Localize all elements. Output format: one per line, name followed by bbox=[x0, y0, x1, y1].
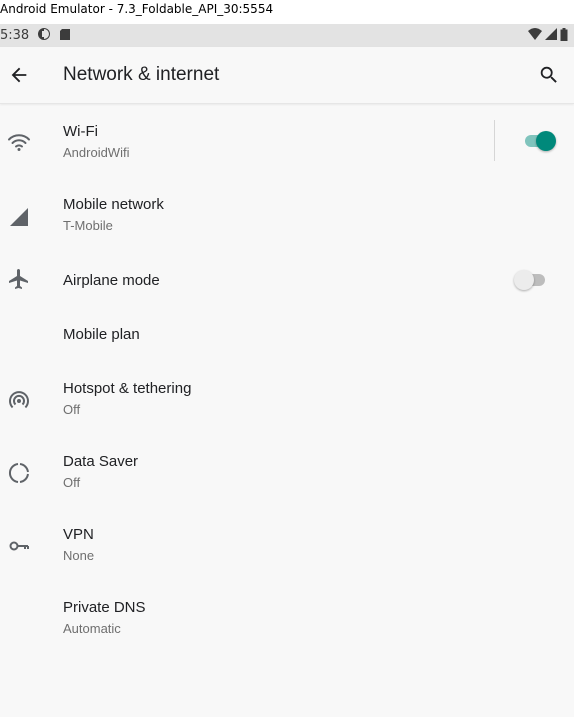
status-bar: 5:38 bbox=[0, 24, 574, 47]
hotspot-item[interactable]: Hotspot & tethering Off bbox=[0, 359, 574, 432]
mobile-plan-item[interactable]: Mobile plan bbox=[0, 305, 574, 359]
vpn-title: VPN bbox=[63, 526, 94, 543]
cell-signal-icon bbox=[7, 205, 31, 229]
back-arrow-icon[interactable] bbox=[8, 64, 30, 86]
battery-icon bbox=[560, 27, 568, 44]
wifi-status-icon bbox=[528, 28, 542, 43]
mobile-plan-title: Mobile plan bbox=[63, 326, 140, 343]
hotspot-summary: Off bbox=[63, 402, 81, 417]
mobile-network-title: Mobile network bbox=[63, 196, 164, 213]
wifi-toggle[interactable] bbox=[522, 129, 558, 153]
mobile-network-item[interactable]: Mobile network T-Mobile bbox=[0, 178, 574, 251]
wifi-divider bbox=[494, 120, 495, 161]
sd-card-icon bbox=[59, 28, 71, 44]
data-saver-summary: Off bbox=[63, 475, 81, 490]
data-saver-item[interactable]: Data Saver Off bbox=[0, 432, 574, 505]
app-bar: Network & internet bbox=[0, 47, 574, 104]
private-dns-item[interactable]: Private DNS Automatic bbox=[0, 578, 574, 651]
private-dns-title: Private DNS bbox=[63, 599, 146, 616]
hotspot-title: Hotspot & tethering bbox=[63, 380, 192, 397]
data-saver-title: Data Saver bbox=[63, 453, 139, 470]
wifi-summary: AndroidWifi bbox=[63, 145, 130, 160]
signal-status-icon bbox=[545, 28, 557, 43]
data-saver-icon bbox=[7, 461, 31, 485]
search-icon[interactable] bbox=[538, 64, 560, 86]
vpn-summary: None bbox=[63, 548, 95, 563]
emulator-window-title: Android Emulator - 7.3_Foldable_API_30:5… bbox=[0, 0, 574, 24]
airplane-mode-title: Airplane mode bbox=[63, 272, 160, 289]
page-title: Network & internet bbox=[63, 64, 220, 85]
airplane-icon bbox=[7, 267, 31, 291]
private-dns-summary: Automatic bbox=[63, 621, 121, 636]
airplane-mode-toggle[interactable] bbox=[514, 268, 550, 292]
wifi-title: Wi-Fi bbox=[63, 123, 98, 140]
airplane-mode-item[interactable]: Airplane mode bbox=[0, 251, 574, 305]
mobile-network-summary: T-Mobile bbox=[63, 218, 113, 233]
hotspot-icon bbox=[7, 388, 31, 412]
vpn-item[interactable]: VPN None bbox=[0, 505, 574, 578]
vpn-key-icon bbox=[7, 534, 31, 558]
notification-app-icon bbox=[37, 27, 51, 44]
wifi-item[interactable]: Wi-Fi AndroidWifi bbox=[0, 104, 574, 178]
wifi-icon bbox=[7, 130, 31, 154]
status-time: 5:38 bbox=[0, 28, 30, 43]
